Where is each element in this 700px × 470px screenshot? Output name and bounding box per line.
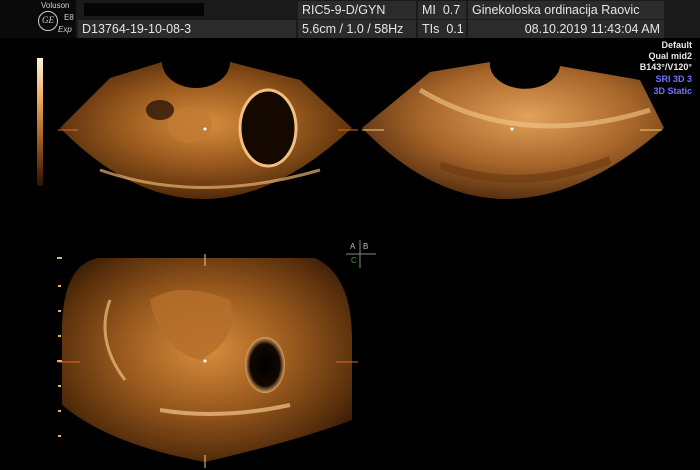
panel-c-view[interactable] [61, 258, 353, 462]
panel-a-view[interactable] [60, 62, 352, 199]
panel-b-view[interactable] [362, 62, 664, 199]
ultrasound-views [57, 62, 664, 468]
view-b-label: B [363, 242, 369, 251]
view-c-label: C [351, 256, 357, 265]
view-a-label: A [350, 242, 356, 251]
depth-scale [57, 257, 62, 437]
